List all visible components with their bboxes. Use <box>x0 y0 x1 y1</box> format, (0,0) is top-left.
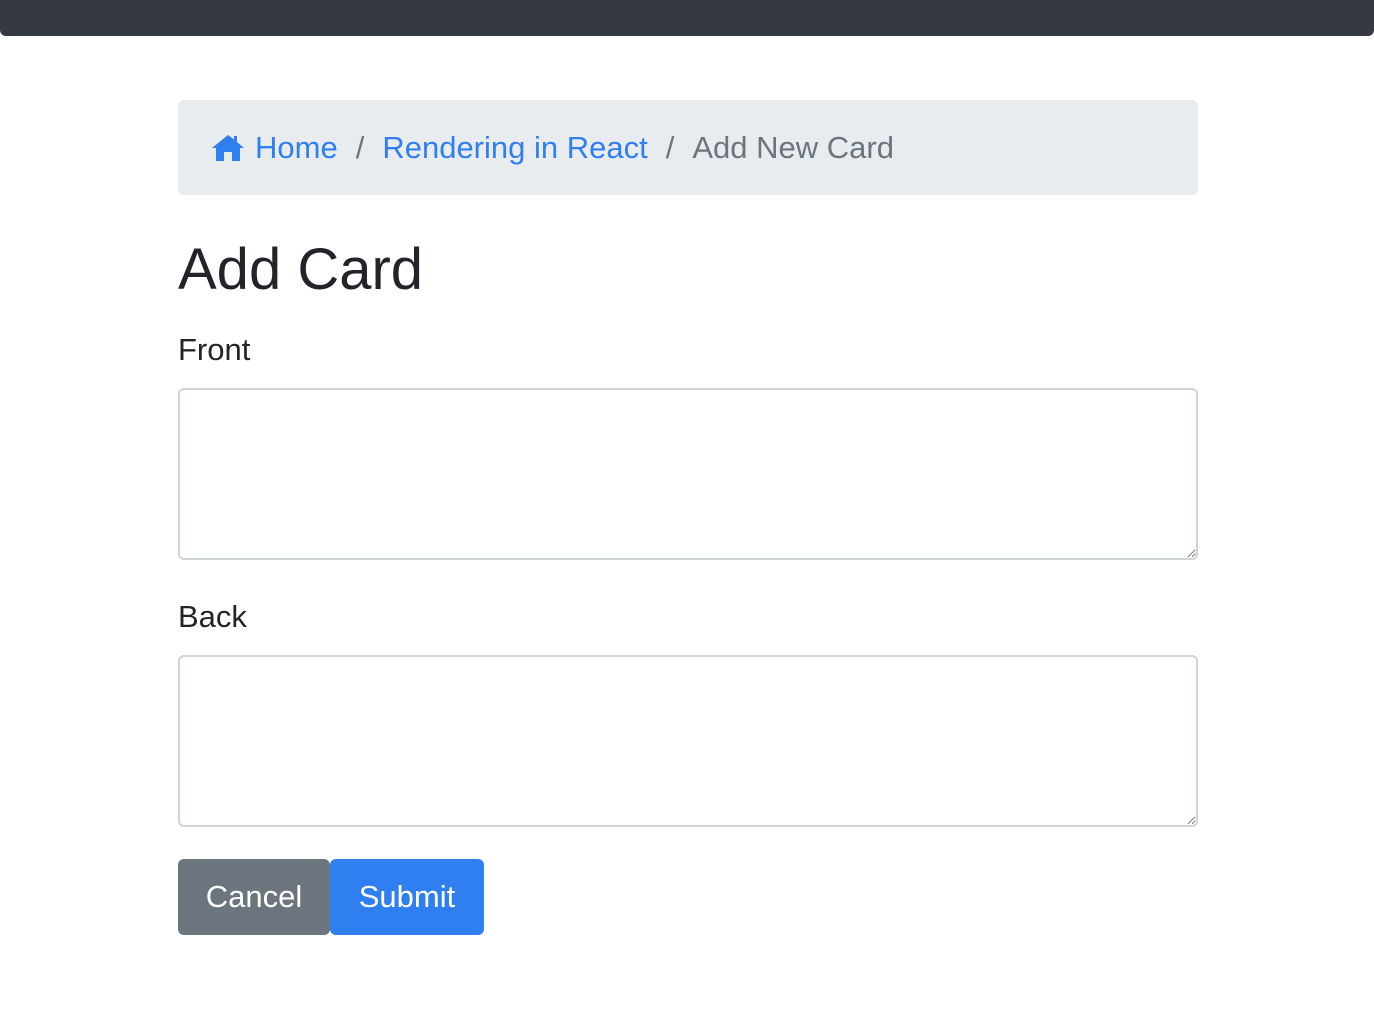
breadcrumb-separator: / <box>665 129 675 165</box>
back-label: Back <box>178 599 247 634</box>
add-card-form: Front Back Cancel Submit <box>178 330 1198 935</box>
breadcrumb-home-label: Home <box>255 129 338 165</box>
front-textarea[interactable] <box>178 388 1198 560</box>
home-icon <box>210 133 246 163</box>
main-container: Home / Rendering in React / Add New Card… <box>178 100 1198 935</box>
breadcrumb-separator: / <box>355 129 365 165</box>
top-navbar <box>0 0 1374 36</box>
breadcrumb: Home / Rendering in React / Add New Card <box>178 100 1198 195</box>
cancel-button[interactable]: Cancel <box>178 859 330 935</box>
back-textarea[interactable] <box>178 655 1198 827</box>
breadcrumb-home-link[interactable]: Home <box>210 130 338 166</box>
form-actions: Cancel Submit <box>178 859 1198 935</box>
submit-button[interactable]: Submit <box>330 859 484 935</box>
front-label: Front <box>178 332 251 367</box>
breadcrumb-deck-link[interactable]: Rendering in React <box>382 130 647 166</box>
page-title: Add Card <box>178 237 424 302</box>
breadcrumb-current: Add New Card <box>692 129 894 165</box>
